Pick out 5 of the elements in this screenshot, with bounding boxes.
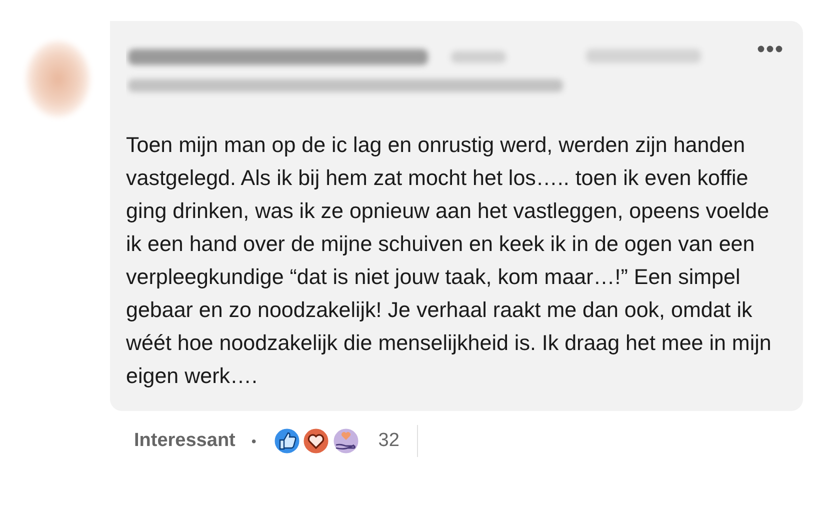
comment-text: Toen mijn man op de ic lag en onrustig werd, werden zijn handen vastgelegd. Als ik bij hem zat mocht het los….. toen ik even koffie ging drinken, was ik ze opnieuw aan het vastleggen, opeens voelde ik een hand over de mijne schuiven en keek ik in de ogen van een verpleegkundige “dat is niet jouw taak, kom maar…!” Een simpel gebaar en zo noodzakelijk! Je verhaal raakt me dan ook, omdat ik wéét hoe noodzakelijk die menselijkheid is. Ik draag het mee in mijn eigen werk…. [126, 132, 772, 390]
more-icon [757, 45, 783, 53]
separator-dot: • [251, 433, 256, 449]
reaction-count: 32 [378, 430, 400, 452]
reaction-button[interactable]: Interessant [134, 430, 236, 452]
